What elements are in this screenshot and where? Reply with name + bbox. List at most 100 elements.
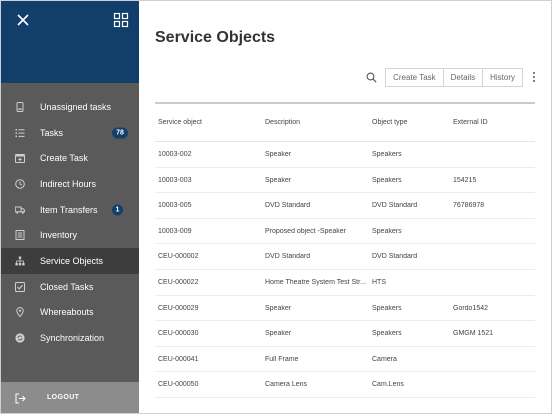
sitemap-icon [15, 256, 25, 266]
action-button-group: Create Task Details History [385, 67, 523, 87]
cell-object-type: Speakers [372, 176, 402, 184]
clock-icon [15, 179, 25, 189]
sidebar-item-label: Create Task [40, 153, 88, 164]
item-transfers-count-badge: 1 [112, 204, 123, 216]
sidebar-item-label: Whereabouts [40, 307, 94, 318]
inventory-icon [15, 230, 25, 241]
table-header: Service object Description Object type E… [155, 102, 535, 142]
cell-description: Speaker [265, 176, 292, 184]
cell-service-object: 10003-003 [158, 176, 192, 184]
sidebar-item-whereabouts[interactable]: Whereabouts [1, 300, 139, 326]
cell-service-object: CEU-000030 [158, 330, 199, 338]
sidebar-item-synchronization[interactable]: Synchronization [1, 325, 139, 351]
cell-object-type: DVD Standard [372, 253, 418, 261]
app-window: Unassigned tasks Tasks 78 Create Task In… [0, 0, 552, 414]
truck-icon [15, 206, 25, 214]
sidebar-item-indirect-hours[interactable]: Indirect Hours [1, 171, 139, 197]
search-icon[interactable] [363, 69, 379, 85]
create-task-button[interactable]: Create Task [386, 68, 444, 86]
sidebar-item-label: Service Objects [40, 255, 104, 266]
table-row[interactable]: CEU-000041 Full Frame Camera [155, 347, 535, 373]
sidebar-nav: Unassigned tasks Tasks 78 Create Task In… [1, 94, 139, 351]
cell-service-object: CEU-000029 [158, 304, 199, 312]
table-row[interactable]: 10003-009 Proposed object -Speaker Speak… [155, 219, 535, 245]
sync-icon [15, 333, 25, 343]
calendar-plus-icon [15, 154, 25, 164]
cell-description: DVD Standard [265, 253, 311, 261]
tasks-count-badge: 78 [112, 127, 128, 139]
details-button[interactable]: Details [444, 68, 484, 86]
sidebar-item-service-objects[interactable]: Service Objects [1, 248, 139, 274]
service-objects-table: Service object Description Object type E… [155, 102, 535, 398]
cell-description: Speaker [265, 304, 292, 312]
cell-service-object: CEU-000041 [158, 355, 199, 363]
sidebar-item-create-task[interactable]: Create Task [1, 145, 139, 171]
cell-description: Home Theatre System Test Str... [265, 278, 366, 286]
cell-object-type: Cam.Lens [372, 381, 404, 389]
cell-object-type: Speakers [372, 330, 402, 338]
cell-object-type: Camera [372, 355, 397, 363]
table-row[interactable]: 10003-002 Speaker Speakers [155, 142, 535, 168]
cell-description: Speaker [265, 151, 292, 158]
table-row[interactable]: 10003-003 Speaker Speakers 154215 [155, 168, 535, 194]
cell-service-object: CEU-000050 [158, 381, 199, 389]
cell-external-id: GMGM 1521 [453, 330, 494, 338]
map-pin-icon [16, 307, 24, 318]
table-row[interactable]: CEU-000022 Home Theatre System Test Str.… [155, 270, 535, 296]
cell-description: DVD Standard [265, 202, 311, 210]
logout-label: LOGOUT [47, 394, 80, 401]
list-icon [15, 128, 25, 137]
cell-service-object: 10003-005 [158, 202, 192, 210]
sidebar-item-closed-tasks[interactable]: Closed Tasks [1, 274, 139, 300]
cell-service-object: CEU-000002 [158, 253, 199, 261]
page-title: Service Objects [155, 29, 276, 46]
cell-service-object: CEU-000022 [158, 278, 199, 286]
cell-description: Full Frame [265, 355, 299, 363]
cell-description: Proposed object -Speaker [265, 227, 346, 235]
more-options-icon[interactable] [529, 69, 539, 85]
table-row[interactable]: 10003-005 DVD Standard DVD Standard 7678… [155, 193, 535, 219]
apps-grid-icon[interactable] [113, 12, 129, 28]
toolbar: Create Task Details History [363, 67, 539, 87]
mobile-icon [16, 101, 24, 112]
history-button[interactable]: History [483, 69, 522, 86]
logout-icon [15, 393, 26, 404]
sidebar-item-label: Inventory [40, 230, 78, 241]
sidebar-item-unassigned-tasks[interactable]: Unassigned tasks [1, 94, 139, 120]
table-row[interactable]: CEU-000050 Camera Lens Cam.Lens [155, 372, 535, 398]
table-row[interactable]: CEU-000030 Speaker Speakers GMGM 1521 [155, 321, 535, 347]
sidebar-item-tasks[interactable]: Tasks 78 [1, 120, 139, 146]
sidebar-item-label: Closed Tasks [40, 281, 94, 292]
column-header-object-type[interactable]: Object type [372, 119, 447, 126]
column-header-external-id[interactable]: External ID [453, 119, 533, 126]
cell-object-type: Speakers [372, 151, 402, 158]
cell-object-type: HTS [372, 278, 386, 286]
cell-service-object: 10003-002 [158, 151, 192, 158]
table-row[interactable]: CEU-000002 DVD Standard DVD Standard [155, 244, 535, 270]
cell-service-object: 10003-009 [158, 227, 192, 235]
sidebar-item-label: Unassigned tasks [40, 101, 112, 112]
sidebar-item-label: Item Transfers [40, 204, 98, 215]
check-square-icon [15, 281, 25, 292]
sidebar-item-label: Tasks [40, 127, 64, 138]
main-content: Service Objects Create Task Details Hist… [139, 1, 551, 413]
cell-object-type: Speakers [372, 227, 402, 235]
sidebar: Unassigned tasks Tasks 78 Create Task In… [1, 1, 139, 413]
column-header-description[interactable]: Description [265, 119, 367, 126]
cell-description: Camera Lens [265, 381, 308, 389]
sidebar-item-inventory[interactable]: Inventory [1, 222, 139, 248]
sidebar-header [1, 1, 139, 83]
cell-external-id: 154215 [453, 176, 477, 184]
sidebar-item-label: Indirect Hours [40, 178, 97, 189]
cell-external-id: Gordo1542 [453, 304, 489, 312]
cell-description: Speaker [265, 330, 292, 338]
cell-external-id: 76786978 [453, 202, 485, 210]
close-icon[interactable] [15, 12, 31, 28]
table-row[interactable]: CEU-000029 Speaker Speakers Gordo1542 [155, 296, 535, 322]
cell-object-type: DVD Standard [372, 202, 418, 210]
sidebar-item-item-transfers[interactable]: Item Transfers 1 [1, 197, 139, 223]
sidebar-item-label: Synchronization [40, 333, 105, 344]
logout-button[interactable]: LOGOUT [1, 382, 139, 413]
cell-object-type: Speakers [372, 304, 402, 312]
column-header-service-object[interactable]: Service object [158, 119, 258, 126]
